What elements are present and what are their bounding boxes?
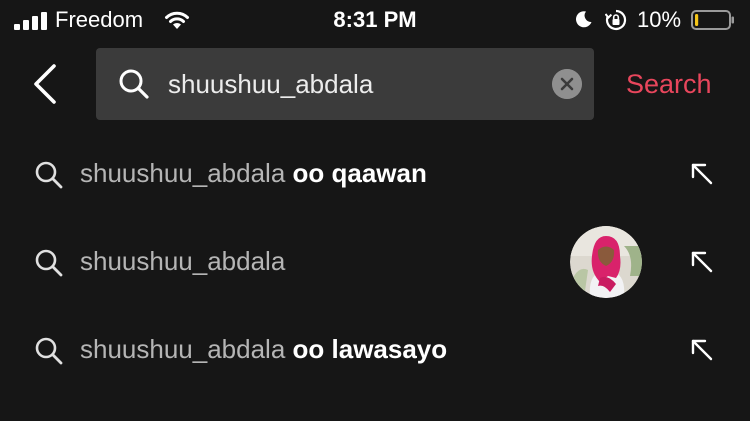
search-icon [35, 161, 63, 189]
search-screen: Freedom 8:31 PM 10% shuushuu_abdala Sear… [0, 0, 750, 421]
battery-percentage: 10% [637, 7, 682, 32]
search-icon [119, 69, 149, 99]
search-button[interactable]: Search [626, 66, 712, 102]
search-input[interactable] [168, 48, 538, 120]
search-icon [35, 337, 63, 365]
fill-query-arrow-icon[interactable] [690, 162, 714, 186]
suggestion-text: shuushuu_abdala oo lawasayo [80, 332, 447, 366]
suggestion-query-part: shuushuu_abdala [80, 158, 286, 188]
battery-icon [691, 10, 734, 30]
do-not-disturb-moon-icon [575, 11, 592, 28]
back-button[interactable] [26, 62, 66, 106]
suggestion-text: shuushuu_abdala [80, 244, 285, 278]
suggestion-text: shuushuu_abdala oo qaawan [80, 156, 427, 190]
clear-search-button[interactable] [552, 69, 582, 99]
search-box[interactable] [96, 48, 594, 120]
fill-query-arrow-icon[interactable] [690, 250, 714, 274]
suggestion-row[interactable]: shuushuu_abdala oo qaawan [0, 130, 750, 218]
suggestion-completion-part: oo qaawan [285, 158, 427, 188]
fill-query-arrow-icon[interactable] [690, 338, 714, 362]
suggestion-row[interactable]: shuushuu_abdala [0, 218, 750, 306]
status-bar: Freedom 8:31 PM 10% [0, 0, 750, 40]
suggestion-query-part: shuushuu_abdala [80, 334, 286, 364]
suggestion-completion-part: oo lawasayo [285, 334, 448, 364]
suggestion-row[interactable]: shuushuu_abdala oo lawasayo [0, 306, 750, 394]
suggestion-query-part: shuushuu_abdala [80, 246, 286, 276]
search-icon [35, 249, 63, 277]
user-avatar[interactable] [570, 226, 642, 298]
rotation-lock-icon [605, 9, 627, 31]
